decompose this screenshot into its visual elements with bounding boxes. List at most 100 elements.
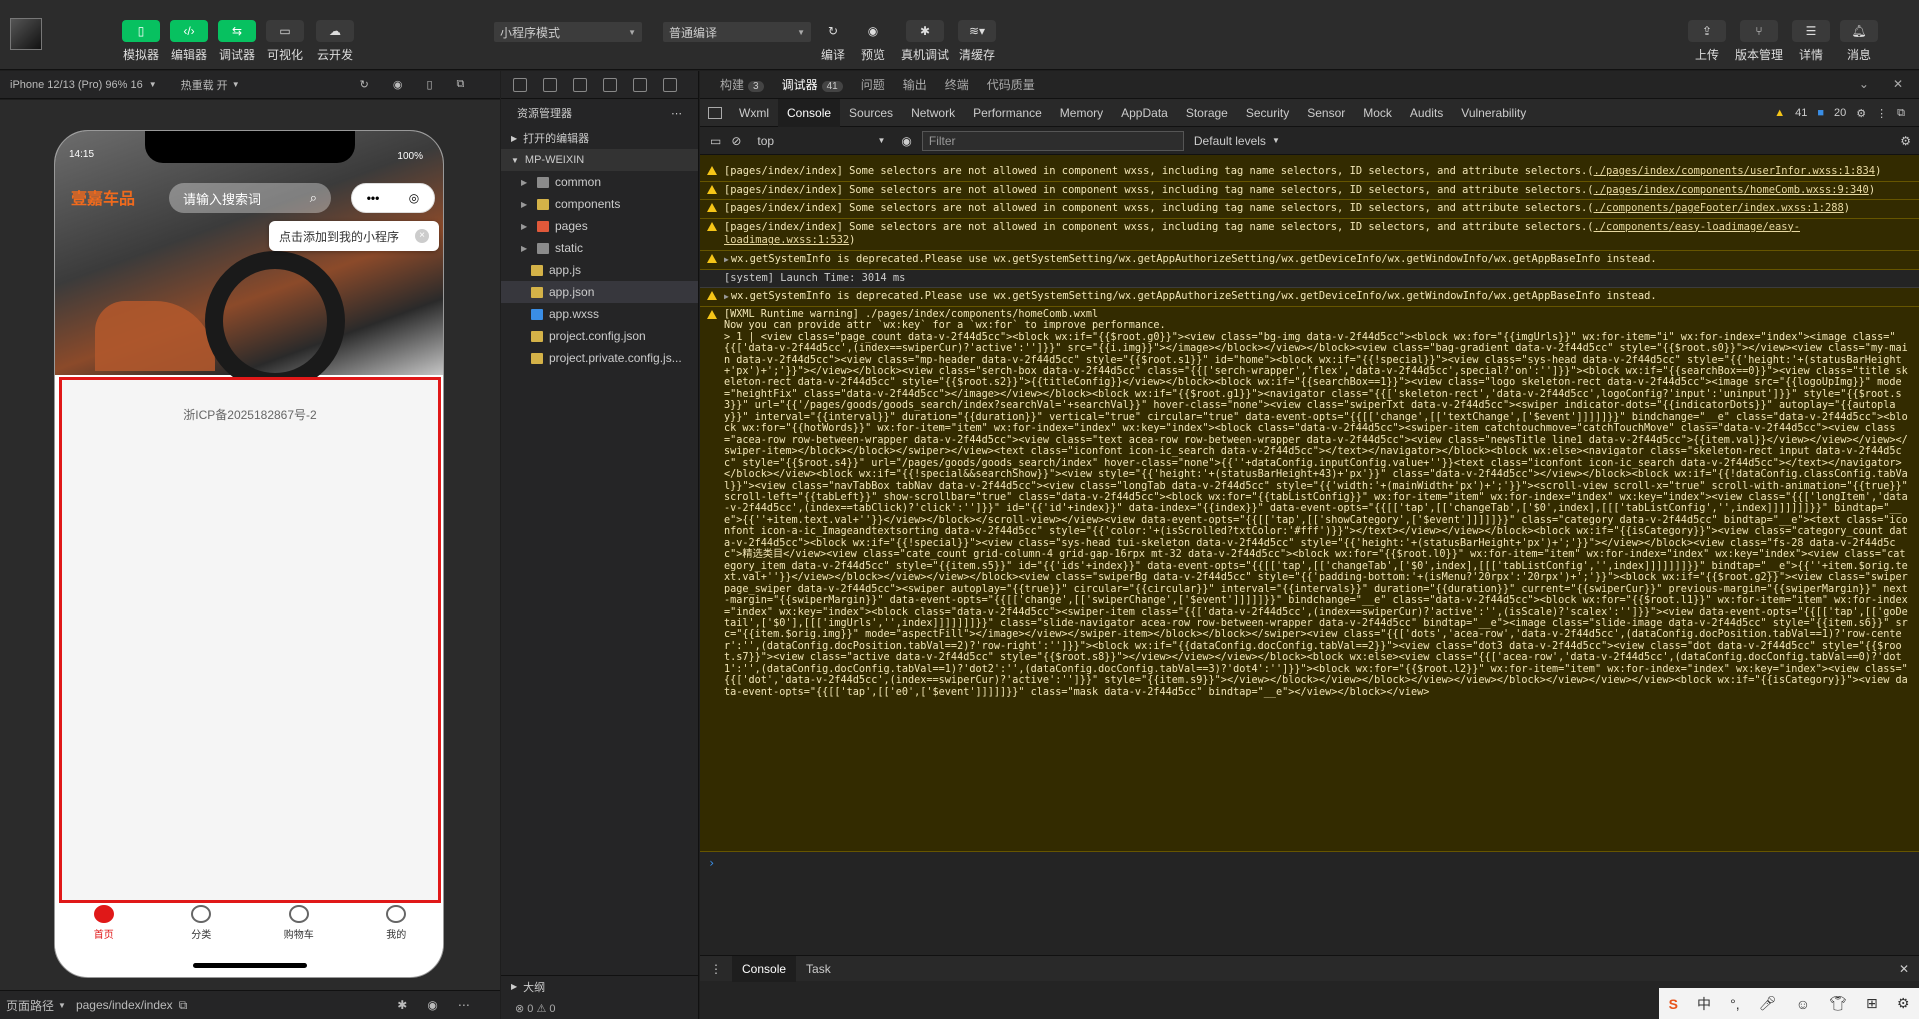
chevron-down-icon[interactable]: ⌄ [1859,77,1869,91]
close-icon[interactable]: ✕ [1893,77,1903,91]
clear-console-icon[interactable]: ⊘ [731,134,741,148]
tab-audits[interactable]: Audits [1401,99,1452,127]
settings-icon[interactable]: ⚙ [1856,107,1866,120]
project-section[interactable]: ▼ MP-WEIXIN [501,149,698,171]
page-path-label[interactable]: 页面路径 [6,997,54,1014]
copy-icon[interactable]: ⧉ [179,998,188,1013]
source-control-icon[interactable] [573,77,587,92]
more-vertical-icon[interactable]: ⋮ [700,962,732,976]
mode-select[interactable]: 小程序模式 ▼ [494,22,642,42]
tab-sensor[interactable]: Sensor [1298,99,1354,127]
eye-icon[interactable]: ◉ [901,134,911,148]
file-tree-item[interactable]: ▶ common [501,171,698,193]
debug-tab[interactable]: 构建 3 [720,76,764,93]
outline-section[interactable]: ▶ 大纲 [501,975,699,997]
miniprogram-capsule[interactable]: ••• ◎ [351,183,435,213]
expand-triangle-icon[interactable]: ▶ [724,255,729,264]
settings-icon[interactable]: ⚙ [1900,134,1911,148]
upload-button[interactable]: ⇪ 上传 [1685,20,1729,63]
source-link[interactable]: ./pages/index/components/userInfor.wxss:… [1594,165,1876,177]
extensions-icon[interactable] [603,77,617,92]
file-tree-item[interactable]: app.wxss [501,303,698,325]
microphone-icon[interactable]: 🎤︎ [1759,995,1777,1012]
device-select[interactable]: iPhone 12/13 (Pro) 96% 16 [10,79,143,91]
debugger-button[interactable]: ⇆ 调试器 [215,20,259,63]
simulator-button[interactable]: ▯ 模拟器 [119,20,163,63]
more-vertical-icon[interactable]: ⋮ [1876,107,1887,120]
files-icon[interactable] [513,77,527,92]
phone-icon[interactable]: ▯ [426,78,432,91]
tab-console[interactable]: Console [778,98,841,127]
tab-performance[interactable]: Performance [964,99,1051,127]
file-tree-item[interactable]: app.json [501,281,698,303]
file-tree-item[interactable]: project.private.config.js... [501,347,698,369]
console-prompt[interactable]: › [700,852,1919,876]
more-icon[interactable]: ⋯ [458,998,470,1012]
brand-logo[interactable]: 壹嘉车品 [71,185,161,211]
tab-network[interactable]: Network [902,99,964,127]
compile-button[interactable]: ↻ 编译 [811,20,855,63]
tab-mock[interactable]: Mock [1354,99,1401,127]
window-icon[interactable]: ⧉ [457,78,465,91]
more-icon[interactable]: ••• [367,191,380,205]
close-icon[interactable]: × [415,229,429,243]
close-icon[interactable]: ✕ [1899,962,1909,976]
source-link[interactable]: ./pages/index/components/homeComb.wxss:9… [1594,184,1869,196]
file-tree-item[interactable]: ▶ components [501,193,698,215]
add-miniprogram-tip[interactable]: 点击添加到我的小程序 × [269,221,439,251]
sidebar-toggle-icon[interactable]: ▭ [710,134,721,148]
tab-appdata[interactable]: AppData [1112,99,1177,127]
tab-mine[interactable]: 我的 [348,905,444,951]
filter-input[interactable]: Filter [921,130,1184,151]
language-icon[interactable]: 中 [1697,994,1711,1014]
dock-icon[interactable]: ⧉ [1897,107,1905,120]
hero-banner-image[interactable] [55,131,443,391]
file-tree-item[interactable]: ▶ static [501,237,698,259]
tab-sources[interactable]: Sources [840,99,902,127]
remote-debug-button[interactable]: ✱ 真机调试 [901,20,949,63]
emoji-icon[interactable]: ☺ [1796,996,1810,1012]
debug-tab[interactable]: 代码质量 [987,76,1035,93]
debug-tab[interactable]: 调试器 41 [782,76,843,93]
debug-tab[interactable]: 终端 [945,76,969,93]
debug-tab[interactable]: 输出 [903,76,927,93]
punctuation-icon[interactable]: °, [1730,996,1740,1012]
close-circle-icon[interactable]: ◎ [409,191,419,205]
stop-icon[interactable]: ◉ [393,78,403,91]
grid-icon[interactable]: ⊞ [1866,995,1878,1012]
icp-record[interactable]: 浙ICP备2025182867号-2 [62,406,438,423]
project-avatar[interactable] [10,18,42,50]
version-button[interactable]: ⑂ 版本管理 [1735,20,1783,63]
context-select[interactable]: top ▼ [751,131,891,151]
debug-tab[interactable]: 问题 [861,76,885,93]
refresh-icon[interactable]: ↻ [360,78,369,91]
expand-triangle-icon[interactable]: ▶ [724,292,729,301]
more-icon[interactable]: ⋯ [671,107,682,120]
clear-cache-button[interactable]: ≋▾ 清缓存 [955,20,999,63]
tab-vulnerability[interactable]: Vulnerability [1452,99,1535,127]
skin-icon[interactable]: 👕︎ [1829,995,1847,1012]
hot-reload-toggle[interactable]: 热重载 开 [181,77,228,93]
preview-button[interactable]: ◉ 预览 [851,20,895,63]
tab-category[interactable]: 分类 [153,905,251,951]
layout-icon[interactable] [633,77,647,92]
eye-icon[interactable]: ◉ [427,998,437,1012]
visual-button[interactable]: ▭ 可视化 [263,20,307,63]
file-tree-item[interactable]: app.js [501,259,698,281]
details-button[interactable]: ☰ 详情 [1789,20,1833,63]
cloud-icon[interactable] [663,77,677,92]
source-link[interactable]: ./components/pageFooter/index.wxss:1:288 [1594,202,1844,214]
compile-select[interactable]: 普通编译 ▼ [663,22,811,42]
toolbox-icon[interactable]: ⚙ [1897,995,1910,1012]
tab-cart[interactable]: 购物车 [250,905,348,951]
tab-security[interactable]: Security [1237,99,1298,127]
search-bar[interactable]: 请输入搜索词 ⌕ [169,183,331,213]
search-icon[interactable] [543,77,557,92]
warning-count[interactable]: 41 [1795,107,1807,119]
messages-button[interactable]: 🔔︎ 消息 [1837,20,1881,63]
tab-wxml[interactable]: Wxml [730,99,778,127]
tab-storage[interactable]: Storage [1177,99,1237,127]
drawer-tab-console[interactable]: Console [732,955,797,982]
bug-icon[interactable]: ✱ [397,998,407,1012]
file-tree-item[interactable]: project.config.json [501,325,698,347]
